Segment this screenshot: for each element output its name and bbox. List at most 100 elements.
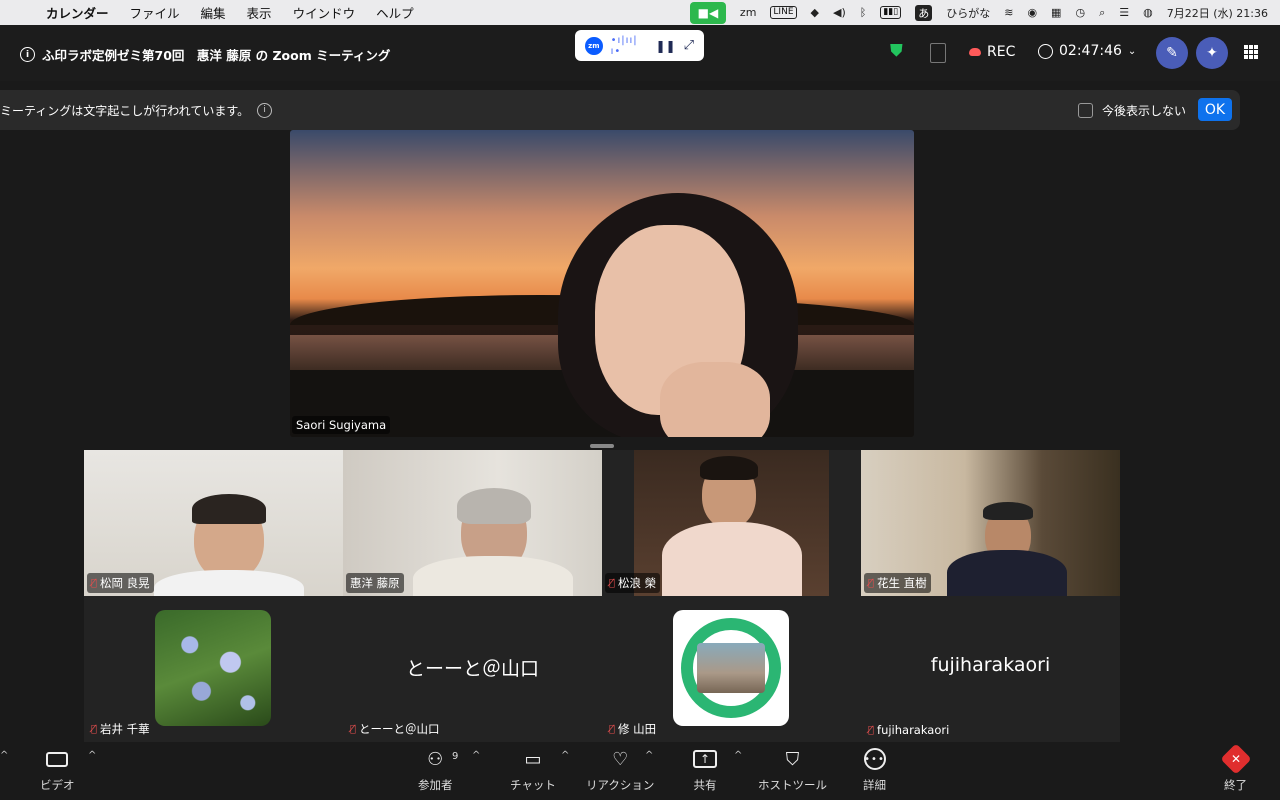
participant-hair <box>192 494 266 524</box>
user-account-icon[interactable]: ◉ <box>1027 6 1037 19</box>
participants-options-chevron-icon[interactable]: ^ <box>472 750 480 761</box>
audio-options-chevron-icon[interactable]: ^ <box>0 750 8 761</box>
participant-tile[interactable]: 🎙̸ 花生 直樹 <box>861 450 1120 596</box>
climate-action-logo <box>681 618 781 718</box>
dont-show-again-option[interactable]: 今後表示しない <box>1078 102 1186 119</box>
ai-companion-button[interactable]: ✦ <box>1196 37 1228 69</box>
meeting-title-area[interactable]: i ふ印ラボ定例ゼミ第70回 惠洋 藤原 の Zoom ミーティング <box>20 45 390 64</box>
macos-menubar: カレンダー ファイル 編集 表示 ウインドウ ヘルプ ■◀ zm LINE ◆ … <box>0 0 1280 25</box>
whiteboard-pen-button[interactable]: ✎ <box>1156 37 1188 69</box>
input-method-icon[interactable]: あ <box>915 4 933 21</box>
host-tools-label: ホストツール <box>758 778 827 792</box>
menu-window[interactable]: ウインドウ <box>293 3 356 22</box>
chat-label: チャット <box>510 778 556 792</box>
climate-logo-photo <box>697 643 765 693</box>
participant-body <box>662 522 802 596</box>
muted-microphone-icon: 🎙̸ <box>868 724 875 736</box>
keyboard-icon[interactable]: ▦ <box>1051 6 1061 19</box>
participant-name: 惠洋 藤原 <box>350 576 400 590</box>
view-grid-icon[interactable] <box>1244 45 1258 59</box>
participant-tile[interactable]: 🎙̸ 松浪 榮 <box>602 450 861 596</box>
notice-info-icon[interactable]: i <box>257 102 273 118</box>
time-machine-icon[interactable]: ◷ <box>1075 6 1085 19</box>
transcript-icon[interactable] <box>930 43 946 63</box>
muted-microphone-icon: 🎙̸ <box>91 723 98 735</box>
participant-tile[interactable]: とーーと＠山口 🎙̸ とーーと＠山口 <box>343 596 602 742</box>
video-options-chevron-icon[interactable]: ^ <box>88 750 96 761</box>
participant-tile[interactable]: 🎙̸ 岩井 千華 <box>84 596 343 742</box>
chevron-down-icon[interactable]: ⌄ <box>1128 46 1136 57</box>
expand-icon[interactable]: ⤢ <box>684 38 694 53</box>
meeting-info-icon[interactable]: i <box>20 47 35 62</box>
notice-ok-button[interactable]: OK <box>1198 98 1232 121</box>
rec-label: REC <box>987 44 1016 60</box>
more-button[interactable]: ••• 詳細 <box>863 747 886 793</box>
host-tools-button[interactable]: ⛉ ホストツール <box>758 747 827 793</box>
participant-avatar-image <box>673 610 789 726</box>
line-app-icon[interactable]: LINE <box>770 6 797 19</box>
menu-help[interactable]: ヘルプ <box>376 3 414 22</box>
menu-edit[interactable]: 編集 <box>201 3 226 22</box>
participant-name-tag: 🎙̸ 花生 直樹 <box>864 573 931 593</box>
participant-name-tag: 🎙̸ 松岡 良晃 <box>87 573 154 593</box>
participant-name-tag: 🎙̸ 修 山田 <box>605 719 660 739</box>
encryption-shield-icon[interactable]: ⛊ <box>890 41 903 61</box>
participant-tile[interactable]: 惠洋 藤原 <box>343 450 602 596</box>
participant-name-tag: 🎙̸ fujiharakaori <box>864 721 953 739</box>
participant-hair <box>700 456 758 480</box>
cloud-record-icon <box>969 48 981 56</box>
participant-display-name: fujiharakaori <box>930 654 1051 676</box>
active-speaker-name: Saori Sugiyama <box>296 418 387 432</box>
reactions-options-chevron-icon[interactable]: ^ <box>645 750 653 761</box>
bluetooth-icon[interactable]: ᛒ <box>860 6 867 19</box>
zoom-status-icon[interactable]: zm <box>740 6 757 19</box>
chat-options-chevron-icon[interactable]: ^ <box>561 750 569 761</box>
video-camera-icon <box>46 751 69 767</box>
participant-name: 松岡 良晃 <box>100 576 150 590</box>
dont-show-again-checkbox[interactable] <box>1078 103 1093 118</box>
video-camera-status-icon[interactable]: ■◀ <box>689 1 726 24</box>
chat-button[interactable]: ▭ チャット <box>510 747 556 793</box>
spotlight-search-icon[interactable]: ⌕ <box>1099 6 1105 20</box>
participant-name-tag: 🎙̸ 松浪 榮 <box>605 573 661 593</box>
participant-tile[interactable]: fujiharakaori 🎙̸ fujiharakaori <box>861 596 1120 742</box>
gallery-resize-handle[interactable] <box>590 444 614 448</box>
dropbox-icon[interactable]: ◆ <box>811 6 819 19</box>
meeting-timer[interactable]: 02:47:46 ⌄ <box>1038 43 1136 59</box>
participants-button[interactable]: ⚇ 参加者 <box>418 747 453 793</box>
timer-value: 02:47:46 <box>1059 43 1122 59</box>
share-button[interactable]: ↑ 共有 <box>693 747 717 793</box>
pause-icon[interactable]: ❚❚ <box>655 39 675 53</box>
participant-hair <box>983 502 1033 520</box>
reactions-label: リアクション <box>586 778 655 792</box>
menu-view[interactable]: 表示 <box>247 3 272 22</box>
active-speaker-video[interactable]: Saori Sugiyama <box>290 130 914 437</box>
participant-name: 岩井 千華 <box>100 722 150 736</box>
participant-name: 修 山田 <box>618 722 657 736</box>
wifi-icon[interactable]: ≋ <box>1004 6 1013 19</box>
participant-name-tag: 🎙̸ 岩井 千華 <box>87 719 154 739</box>
menubar-status-area: ■◀ zm LINE ◆ ◀) ᛒ ▮▮▯ あ ひらがな ≋ ◉ ▦ ◷ ⌕ ☰… <box>689 0 1268 25</box>
heart-icon: ♡ <box>612 748 629 770</box>
battery-icon[interactable]: ▮▮▯ <box>880 6 902 19</box>
volume-icon[interactable]: ◀) <box>833 6 846 19</box>
clock-icon <box>1038 43 1053 59</box>
siri-icon[interactable]: ◍ <box>1143 6 1153 19</box>
input-method-label[interactable]: ひらがな <box>946 5 990 21</box>
more-dots-icon: ••• <box>863 748 886 770</box>
video-button[interactable]: ビデオ <box>40 747 75 793</box>
speaker-hand <box>660 362 770 437</box>
recording-indicator[interactable]: REC <box>969 44 1015 60</box>
active-speaker-name-tag: Saori Sugiyama <box>292 416 391 434</box>
audio-mini-widget[interactable]: zm •ı|ıı|ı• ❚❚ ⤢ <box>575 30 704 61</box>
control-center-icon[interactable]: ☰ <box>1119 6 1129 19</box>
menu-calendar[interactable]: カレンダー <box>46 3 109 22</box>
share-options-chevron-icon[interactable]: ^ <box>734 750 742 761</box>
participant-name-tag: 🎙̸ とーーと＠山口 <box>346 719 444 739</box>
end-meeting-button[interactable]: ✕ 終了 <box>1219 743 1252 793</box>
menubar-clock[interactable]: 7月22日 (水) 21:36 <box>1167 5 1268 21</box>
participant-name: 花生 直樹 <box>877 576 927 590</box>
participant-tile[interactable]: 🎙̸ 修 山田 <box>602 596 861 742</box>
participant-tile[interactable]: 🎙̸ 松岡 良晃 <box>84 450 343 596</box>
menu-file[interactable]: ファイル <box>130 3 180 22</box>
